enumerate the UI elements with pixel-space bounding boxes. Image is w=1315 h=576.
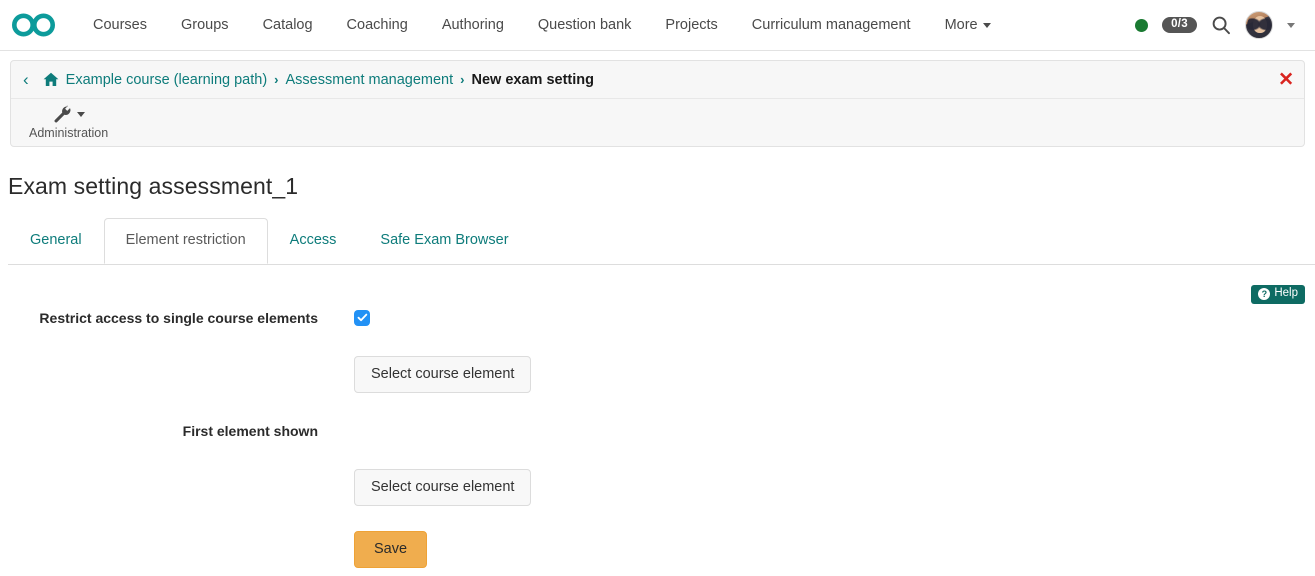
openolat-logo[interactable] [10,8,64,42]
nav-item-curriculum-management[interactable]: Curriculum management [735,0,928,50]
nav-label: Groups [181,17,229,33]
nav-item-coaching[interactable]: Coaching [330,0,425,50]
help-button[interactable]: ? Help [1251,285,1305,304]
element-restriction-form: Restrict access to single course element… [10,265,1305,568]
form-actions-row: Save [10,531,1305,568]
tab-access[interactable]: Access [268,218,359,264]
tab-label: General [30,232,82,248]
tab-panel-element-restriction: ? Help Restrict access to single course … [0,265,1315,568]
breadcrumb-toolbar-panel: ‹ Example course (learning path) › Asses… [10,60,1305,147]
breadcrumb-current: New exam setting [472,72,595,88]
form-actions-field: Save [318,531,427,568]
tab-label: Element restriction [126,232,246,248]
nav-label: Catalog [263,17,313,33]
nav-item-courses[interactable]: Courses [76,0,164,50]
home-icon[interactable] [43,72,59,87]
wrench-icon [53,105,72,124]
select-course-element-field-2: Select course element [318,469,531,506]
tab-bar-wrapper: General Element restriction Access Safe … [0,219,1315,265]
help-label: Help [1274,288,1298,300]
chevron-down-icon [77,112,85,117]
toolbar-icon-line [53,104,85,124]
tab-element-restriction[interactable]: Element restriction [104,218,268,264]
nav-label: Curriculum management [752,17,911,33]
nav-label: Authoring [442,17,504,33]
toolbar: Administration [11,99,1304,146]
nav-label: Projects [665,17,717,33]
top-navigation-bar: Courses Groups Catalog Coaching Authorin… [0,0,1315,51]
first-element-shown-row: First element shown [10,422,1305,442]
tab-safe-exam-browser[interactable]: Safe Exam Browser [358,218,530,264]
tab-label: Access [290,232,337,248]
tab-bar-divider [8,264,1315,265]
select-course-element-row-1: Select course element [10,356,1305,393]
restrict-access-field [318,309,370,327]
close-icon[interactable]: ✕ [1278,70,1294,89]
avatar[interactable] [1245,11,1273,39]
tab-general[interactable]: General [8,218,104,264]
nav-item-more[interactable]: More [928,0,1008,50]
breadcrumb-link-assessment-management[interactable]: Assessment management [286,72,454,88]
breadcrumb-separator: › [460,72,464,87]
toolbar-administration-label: Administration [29,126,108,140]
select-course-element-button-1[interactable]: Select course element [354,356,531,393]
restrict-access-label: Restrict access to single course element… [10,309,318,329]
main-menu: Courses Groups Catalog Coaching Authorin… [76,0,1008,50]
chevron-down-icon [983,23,991,28]
restrict-access-row: Restrict access to single course element… [10,309,1305,329]
page-title: Exam setting assessment_1 [0,147,1315,200]
nav-item-question-bank[interactable]: Question bank [521,0,649,50]
select-course-element-field-1: Select course element [318,356,531,393]
select-course-element-row-2: Select course element [10,469,1305,506]
tab-label: Safe Exam Browser [380,232,508,248]
tab-bar: General Element restriction Access Safe … [8,219,1315,264]
nav-label: Question bank [538,17,632,33]
nav-label: Coaching [347,17,408,33]
breadcrumb-separator: › [274,72,278,87]
back-chevron-icon[interactable]: ‹ [23,71,29,88]
save-button[interactable]: Save [354,531,427,568]
question-mark-icon: ? [1258,288,1270,300]
nav-label: More [945,17,978,33]
toolbar-administration-button[interactable]: Administration [23,104,114,140]
first-element-shown-label: First element shown [10,422,318,442]
nav-item-catalog[interactable]: Catalog [246,0,330,50]
search-icon[interactable] [1211,15,1231,35]
breadcrumb-link-course[interactable]: Example course (learning path) [66,72,268,88]
select-course-element-button-2[interactable]: Select course element [354,469,531,506]
nav-item-projects[interactable]: Projects [648,0,734,50]
top-navigation-right: 0/3 [1135,11,1301,39]
status-dot-icon [1135,19,1148,32]
nav-item-groups[interactable]: Groups [164,0,246,50]
nav-label: Courses [93,17,147,33]
restrict-access-checkbox[interactable] [354,310,370,326]
breadcrumb: ‹ Example course (learning path) › Asses… [11,61,1304,99]
chevron-down-icon[interactable] [1287,23,1295,28]
notification-count-badge[interactable]: 0/3 [1162,17,1197,34]
nav-item-authoring[interactable]: Authoring [425,0,521,50]
